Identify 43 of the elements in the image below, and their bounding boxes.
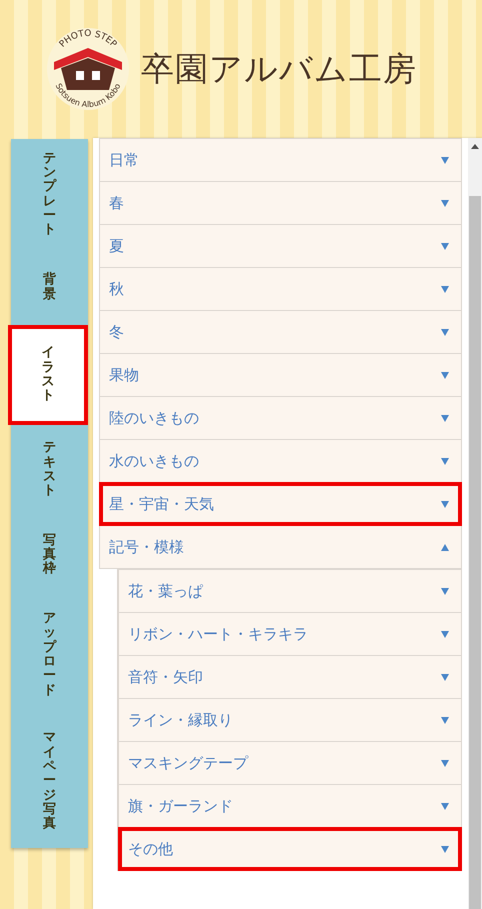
- caret-icon: [441, 414, 449, 422]
- category-item[interactable]: 花・葉っぱ: [118, 569, 462, 613]
- caret-icon: [441, 716, 449, 724]
- category-item[interactable]: ライン・縁取り: [118, 698, 462, 742]
- category-item[interactable]: 果物: [99, 353, 462, 397]
- category-item[interactable]: その他: [118, 827, 462, 871]
- caret-icon: [441, 458, 449, 464]
- caret-icon: [441, 674, 449, 680]
- caret-icon: [441, 500, 449, 508]
- side-tab[interactable]: 写真枠: [11, 515, 88, 595]
- caret-icon: [441, 760, 449, 766]
- category-item[interactable]: 水のいきもの: [99, 439, 462, 483]
- caret-icon: [441, 372, 449, 378]
- side-tab[interactable]: テンプレート: [11, 139, 88, 250]
- site-title: 卒園アルバム工房: [141, 48, 417, 90]
- caret-icon: [441, 630, 449, 638]
- category-item[interactable]: マスキングテープ: [118, 741, 462, 785]
- category-item[interactable]: 秋: [99, 267, 462, 311]
- caret-icon: [441, 544, 449, 550]
- caret-icon: [441, 156, 449, 164]
- category-item[interactable]: 陸のいきもの: [99, 396, 462, 440]
- caret-icon: [441, 242, 449, 250]
- caret-icon: [441, 846, 449, 852]
- category-item[interactable]: 日常: [99, 138, 462, 182]
- caret-icon: [441, 588, 449, 594]
- caret-icon: [441, 286, 449, 292]
- category-item[interactable]: 記号・模様: [99, 525, 462, 569]
- category-item[interactable]: 春: [99, 181, 462, 225]
- side-tab[interactable]: アップロード: [11, 595, 88, 715]
- category-item[interactable]: リボン・ハート・キラキラ: [118, 612, 462, 656]
- category-item[interactable]: 音符・矢印: [118, 655, 462, 699]
- category-item[interactable]: 夏: [99, 224, 462, 268]
- category-item[interactable]: 星・宇宙・天気: [99, 482, 462, 526]
- scrollbar[interactable]: [468, 138, 482, 909]
- side-tab[interactable]: イラスト: [8, 325, 88, 425]
- category-item[interactable]: 旗・ガーランド: [118, 784, 462, 828]
- side-tab[interactable]: テキスト: [11, 425, 88, 515]
- side-tab[interactable]: 背景: [11, 250, 88, 325]
- caret-icon: [441, 328, 449, 336]
- side-tab[interactable]: マイページ写真: [11, 715, 88, 848]
- category-item[interactable]: 冬: [99, 310, 462, 354]
- caret-icon: [441, 802, 449, 810]
- caret-icon: [441, 200, 449, 206]
